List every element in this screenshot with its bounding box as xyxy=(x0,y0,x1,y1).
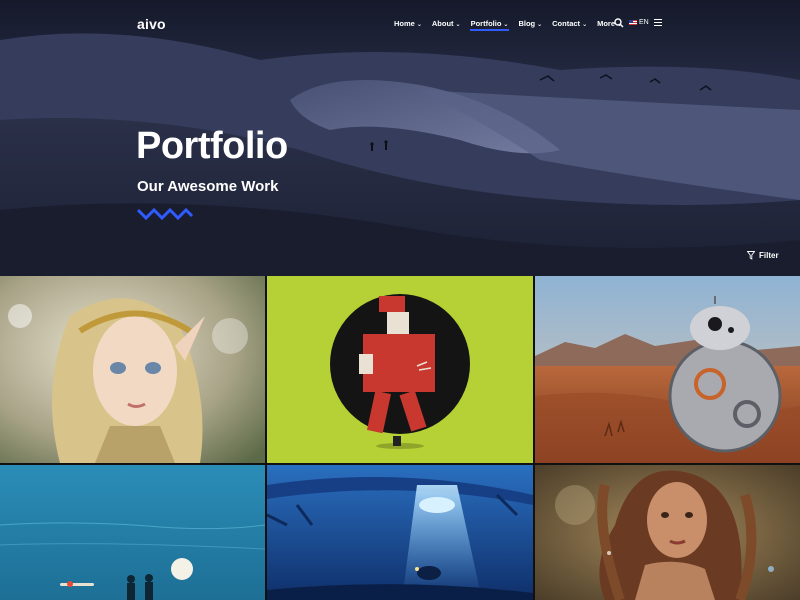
hero-section: aivo Home ⌄ About ⌄ Portfolio ⌄ Blog ⌄ Conta… xyxy=(0,0,800,276)
menu-item-portfolio[interactable]: Portfolio ⌄ xyxy=(469,19,510,31)
site-logo[interactable]: aivo xyxy=(137,16,166,32)
menu-item-label: Portfolio xyxy=(470,19,502,28)
menu-item-blog[interactable]: Blog ⌄ xyxy=(518,19,542,28)
portfolio-item-underwater[interactable] xyxy=(267,465,533,600)
chevron-down-icon: ⌄ xyxy=(537,22,543,28)
language-label: EN xyxy=(639,19,649,26)
menu-item-contact[interactable]: Contact ⌄ xyxy=(552,19,587,28)
moon-sea-image xyxy=(0,465,265,600)
filter-label: Filter xyxy=(759,251,779,260)
menu-item-home[interactable]: Home ⌄ xyxy=(394,19,422,28)
menu-item-label: More xyxy=(597,19,616,28)
droid-desert-image xyxy=(535,276,800,463)
portfolio-item-robot-illustration[interactable] xyxy=(267,276,533,463)
elf-portrait-image xyxy=(0,276,265,463)
chevron-down-icon: ⌄ xyxy=(503,22,509,28)
woman-portrait-image xyxy=(535,465,800,600)
zigzag-divider-icon xyxy=(137,208,193,220)
us-flag-icon xyxy=(629,20,637,25)
main-menu: Home ⌄ About ⌄ Portfolio ⌄ Blog ⌄ Contact ⌄ M… xyxy=(394,19,632,31)
robot-illustration-image xyxy=(267,276,533,463)
hamburger-icon[interactable] xyxy=(654,19,662,26)
chevron-down-icon: ⌄ xyxy=(455,22,461,28)
funnel-icon xyxy=(747,251,755,260)
page-subtitle: Our Awesome Work xyxy=(137,178,279,195)
language-switcher[interactable]: EN xyxy=(629,19,649,26)
menu-item-label: Contact xyxy=(552,19,581,28)
menu-item-label: Blog xyxy=(518,19,536,28)
chevron-down-icon: ⌄ xyxy=(582,22,588,28)
menu-item-label: Home xyxy=(394,19,415,28)
portfolio-item-droid-desert[interactable] xyxy=(535,276,800,463)
portfolio-grid xyxy=(0,276,800,600)
portfolio-item-woman-portrait[interactable] xyxy=(535,465,800,600)
menu-item-label: About xyxy=(431,19,454,28)
top-navigation: aivo Home ⌄ About ⌄ Portfolio ⌄ Blog ⌄ Conta… xyxy=(0,0,800,48)
portfolio-item-elf-portrait[interactable] xyxy=(0,276,265,463)
filter-button[interactable]: Filter xyxy=(747,251,779,260)
underwater-image xyxy=(267,465,533,600)
menu-item-about[interactable]: About ⌄ xyxy=(432,19,461,28)
search-icon[interactable] xyxy=(614,18,624,28)
portfolio-item-moon-sea[interactable] xyxy=(0,465,265,600)
chevron-down-icon: ⌄ xyxy=(416,22,422,28)
page-title: Portfolio xyxy=(136,125,288,167)
